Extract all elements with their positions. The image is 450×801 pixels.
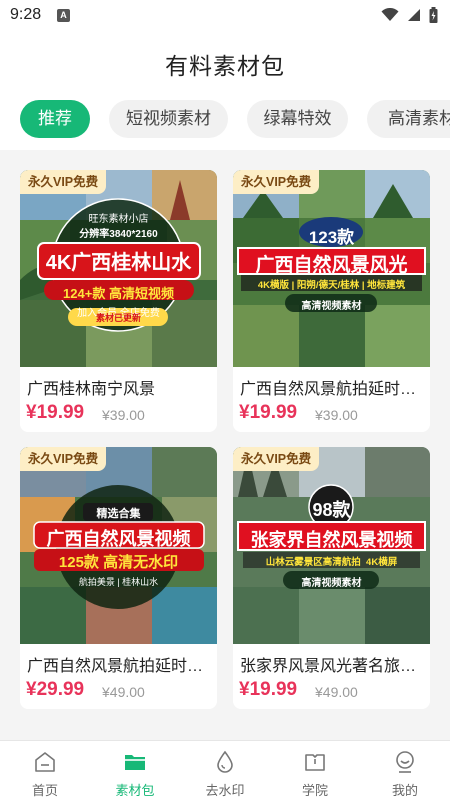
cover-resolution: 分辨率3840*2160: [79, 229, 158, 240]
header: 有料素材包 推荐 短视频素材 绿幕特效 高清素材: [0, 32, 450, 150]
card-title[interactable]: 广西桂林南宁风景: [27, 375, 213, 399]
nav-label: 学院: [301, 783, 328, 798]
tab-recommend[interactable]: 推荐: [20, 100, 90, 138]
nav-profile[interactable]: 我的: [360, 741, 450, 801]
cover-subtitle: 高清视频素材: [301, 301, 362, 312]
nav-label: 我的: [391, 783, 418, 798]
card-original-price: ¥39.00: [315, 407, 358, 423]
vip-free-tag: 永久VIP免费: [233, 447, 320, 471]
cover-count: 124+款 高清短视频: [63, 286, 174, 301]
cover-tags: 山林云雾景区高清航拍 4K横屏: [265, 557, 398, 568]
card-title[interactable]: 广西自然风景航拍延时摄影: [240, 375, 426, 399]
vip-free-tag: 永久VIP免费: [20, 170, 107, 194]
nav-home[interactable]: 首页: [0, 741, 90, 801]
cover-headline: 广西自然风景风光: [255, 255, 408, 276]
tab-hd-material[interactable]: 高清素材: [367, 100, 450, 138]
profile-icon: [396, 751, 414, 773]
battery-icon: [429, 7, 438, 23]
wifi-icon: [381, 8, 399, 21]
product-cover-image[interactable]: 98款 张家界自然风景视频 山林云雾景区高清航拍 4K横屏 高清视频素材 永久V…: [233, 447, 430, 644]
cover-count: 123款: [308, 228, 355, 247]
cover-count: 98款: [312, 500, 351, 520]
product-card[interactable]: 旺东素材小店 分辨率3840*2160 4K广西桂林山水 124+款 高清短视频…: [20, 170, 217, 432]
cover-tags: 航拍美景 | 桂林山水: [78, 577, 159, 587]
cover-shop-name: 旺东素材小店: [88, 214, 149, 225]
nav-label: 去水印: [205, 783, 245, 798]
signal-icon: [408, 9, 420, 21]
product-card[interactable]: 精选合集 广西自然风景视频 125款 高清无水印 航拍美景 | 桂林山水 永久V…: [20, 447, 217, 709]
category-tabs: 推荐 短视频素材 绿幕特效 高清素材: [0, 100, 450, 140]
vip-free-tag: 永久VIP免费: [20, 447, 107, 471]
book-icon: [305, 754, 325, 771]
cover-count: 125款 高清无水印: [58, 554, 179, 571]
cover-headline: 4K广西桂林山水: [45, 252, 192, 274]
tab-short-video[interactable]: 短视频素材: [109, 100, 228, 138]
product-cover-image[interactable]: 123款 广西自然风景风光 4K横版 | 阳朔/德天/桂林 | 地标建筑 高清视…: [233, 170, 430, 367]
nav-remove-watermark[interactable]: 去水印: [180, 741, 270, 801]
card-price: ¥19.99: [239, 679, 298, 700]
status-indicators: [381, 7, 438, 23]
cover-headline: 广西自然风景视频: [46, 529, 191, 549]
status-bar: 9:28 A: [0, 0, 450, 32]
product-card[interactable]: 98款 张家界自然风景视频 山林云雾景区高清航拍 4K横屏 高清视频素材 永久V…: [233, 447, 430, 709]
cover-update-badge: 素材已更新: [95, 313, 141, 323]
nav-academy[interactable]: 学院: [270, 741, 360, 801]
product-cover-image[interactable]: 精选合集 广西自然风景视频 125款 高清无水印 航拍美景 | 桂林山水 永久V…: [20, 447, 217, 644]
card-title[interactable]: 广西自然风景航拍延时摄影: [27, 652, 213, 676]
card-price: ¥19.99: [239, 402, 298, 423]
card-original-price: ¥49.00: [102, 684, 145, 700]
card-original-price: ¥49.00: [315, 684, 358, 700]
card-title[interactable]: 张家界风景风光著名旅游景点: [240, 652, 426, 676]
home-icon: [35, 752, 55, 772]
vip-free-tag: 永久VIP免费: [233, 170, 320, 194]
product-cover-image[interactable]: 旺东素材小店 分辨率3840*2160 4K广西桂林山水 124+款 高清短视频…: [20, 170, 217, 367]
nav-material-pack[interactable]: 素材包: [90, 741, 180, 801]
card-price: ¥19.99: [26, 402, 85, 423]
card-original-price: ¥39.00: [102, 407, 145, 423]
page-title: 有料素材包: [165, 53, 285, 79]
folder-icon: [125, 755, 145, 770]
cover-headline: 张家界自然风景视频: [250, 530, 413, 550]
status-time: 9:28: [10, 6, 42, 23]
product-card[interactable]: 123款 广西自然风景风光 4K横版 | 阳朔/德天/桂林 | 地标建筑 高清视…: [233, 170, 430, 432]
drop-icon: [217, 750, 233, 773]
nav-label: 首页: [31, 783, 58, 798]
cover-subtitle: 高清视频素材: [301, 578, 362, 589]
cover-tags: 4K横版 | 阳朔/德天/桂林 | 地标建筑: [257, 280, 406, 291]
card-price: ¥29.99: [26, 679, 85, 700]
nav-label: 素材包: [115, 783, 155, 798]
tab-green-screen[interactable]: 绿幕特效: [247, 100, 348, 138]
cover-collection: 精选合集: [96, 508, 141, 520]
app-notification-icon: A: [57, 9, 70, 22]
bottom-nav: 首页 素材包 去水印 学院 我的: [0, 740, 450, 801]
